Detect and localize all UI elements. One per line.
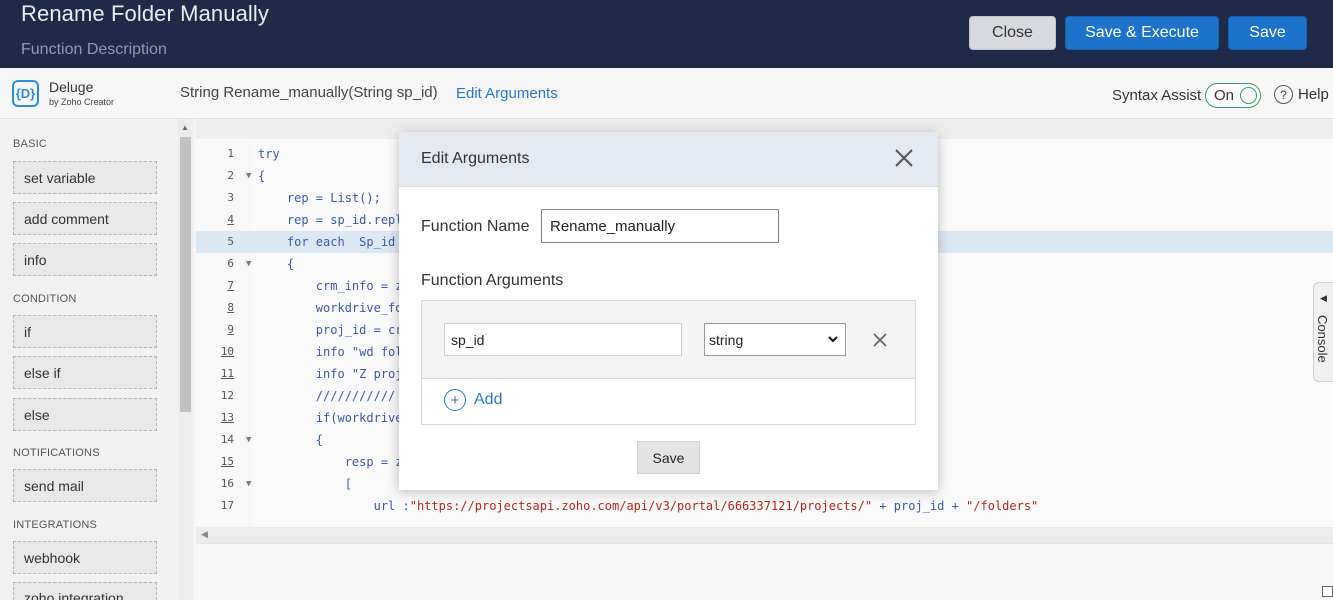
dialog-title: Edit Arguments [421,150,530,167]
fold-arrow-icon[interactable]: ▼ [246,429,251,451]
argument-type-value: string [709,331,744,348]
sidebar-heading-integrations: INTEGRATIONS [13,519,98,531]
sidebar-heading-condition: CONDITION [13,293,77,305]
console-tab[interactable]: ◀ Console [1313,282,1333,382]
add-argument-label: Add [474,391,503,408]
fold-arrow-icon[interactable]: ▼ [246,165,251,187]
code-text: [ [258,477,352,491]
code-text: rep = sp_id.repl [258,213,403,227]
help-icon[interactable]: ? [1274,85,1293,104]
line-number: 12 [220,389,234,402]
argument-row: string [422,301,915,379]
scroll-left-icon[interactable]: ◀ [201,529,208,540]
syntax-assist-toggle[interactable]: On [1205,83,1261,108]
sidebar-item-info[interactable]: info [13,243,157,276]
sidebar-item-add-comment[interactable]: add comment [13,202,157,235]
console-arrow-icon: ◀ [1320,293,1327,303]
code-text: if(workdrive [258,411,403,425]
task-sidebar: BASIC set variable add comment info COND… [0,119,178,600]
help-link[interactable]: Help [1298,86,1329,103]
console-label: Console [1315,315,1330,363]
line-number: 13 [220,411,234,424]
editor-bottom-panel [196,543,1333,600]
chevron-down-icon [828,336,838,343]
save-button[interactable]: Save [1228,16,1307,50]
line-number: 17 [220,499,234,512]
code-text: info "wd fol [258,345,403,359]
line-number: 9 [227,323,234,336]
argument-type-select[interactable]: string [704,323,846,356]
remove-argument-icon[interactable] [871,331,889,349]
toggle-state-label: On [1214,87,1235,104]
editor-toolbar: {D} Deluge by Zoho Creator String Rename… [0,68,1333,119]
editor-horizontal-scrollbar[interactable]: ◀ [196,527,1333,543]
dialog-header: Edit Arguments [399,132,938,187]
argument-name-input[interactable] [444,323,682,356]
logo-name: Deluge [49,79,94,95]
line-number: 6 [227,257,234,270]
sidebar-heading-basic: BASIC [13,138,48,150]
code-text: resp = z [258,455,403,469]
code-text: { [258,169,266,183]
keyboard-icon[interactable] [1322,586,1333,597]
app-header: Rename Folder Manually Function Descript… [0,0,1333,68]
syntax-assist-label: Syntax Assist [1112,87,1202,104]
function-signature: String Rename_manually(String sp_id) [180,84,438,101]
sidebar-scrollbar[interactable]: ▲ [178,119,193,600]
save-execute-button[interactable]: Save & Execute [1065,16,1219,50]
add-circle-icon: + [444,389,466,411]
code-text: { [258,433,324,447]
line-number: 10 [220,345,234,358]
sidebar-item-else[interactable]: else [13,398,157,431]
line-number: 2 [227,169,234,182]
sidebar-item-webhook[interactable]: webhook [13,541,157,574]
fold-arrow-icon[interactable]: ▼ [246,253,251,275]
line-number: 5 [227,235,234,248]
code-text: proj_id = cr [258,323,403,337]
toggle-knob [1240,87,1257,104]
line-number: 3 [227,191,234,204]
code-text: info "Z proj [258,367,403,381]
function-name-label: Function Name [421,218,530,235]
sidebar-item-if[interactable]: if [13,315,157,348]
edit-arguments-link[interactable]: Edit Arguments [456,85,558,102]
sidebar-scroll-thumb[interactable] [180,137,191,412]
function-name-input[interactable] [541,209,779,243]
line-number: 11 [220,367,234,380]
add-argument-button[interactable]: + Add [444,389,502,411]
code-text: { [258,257,295,271]
arguments-list: string + Add [421,300,916,425]
line-number: 8 [227,301,234,314]
sidebar-item-else-if[interactable]: else if [13,356,157,389]
code-text: try [258,147,280,161]
close-icon[interactable] [892,146,916,170]
line-number: 16 [220,477,234,490]
sidebar-item-set-variable[interactable]: set variable [13,161,157,194]
line-number: 4 [227,213,234,226]
code-text: for each Sp_id [258,235,396,249]
line-number: 14 [220,433,234,446]
fold-arrow-icon[interactable]: ▼ [246,473,251,495]
function-description[interactable]: Function Description [21,41,167,59]
code-text: crm_info = z [258,279,403,293]
sidebar-heading-notifications: NOTIFICATIONS [13,447,100,459]
close-button[interactable]: Close [969,16,1056,50]
line-number: 1 [227,147,234,160]
code-text: workdrive_fo [258,301,403,315]
dialog-save-button[interactable]: Save [637,441,700,474]
code-line[interactable]: 17 url :"https://projectsapi.zoho.com/ap… [196,495,1333,517]
code-text: rep = List(); [258,191,381,205]
scroll-up-icon[interactable]: ▲ [181,123,189,132]
logo-subtitle: by Zoho Creator [49,97,115,107]
edit-arguments-dialog: Edit Arguments Function Name Function Ar… [399,132,938,490]
line-number: 7 [227,279,234,292]
sidebar-item-send-mail[interactable]: send mail [13,469,157,502]
line-number: 15 [220,455,234,468]
page-title: Rename Folder Manually [21,1,269,26]
sidebar-item-zoho-integration[interactable]: zoho integration [13,582,157,600]
code-text: url :"https://projectsapi.zoho.com/api/v… [258,499,1039,513]
deluge-logo-icon: {D} [12,80,39,107]
function-arguments-label: Function Arguments [421,272,564,289]
